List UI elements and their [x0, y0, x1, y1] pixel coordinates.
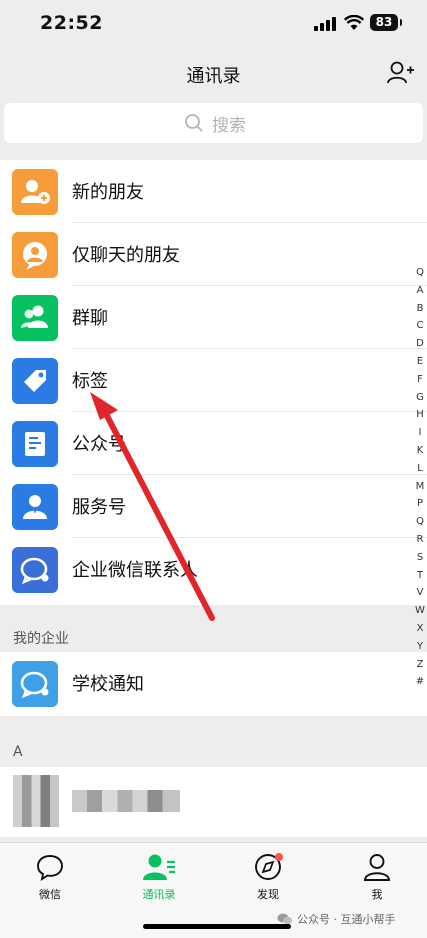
index-letter[interactable]: Y [413, 638, 427, 656]
index-letter[interactable]: W [413, 602, 427, 620]
index-letter[interactable]: T [413, 567, 427, 585]
search-icon [185, 114, 203, 132]
official-accounts-item[interactable]: 公众号 [0, 412, 427, 475]
chat-bubble-icon [37, 855, 63, 881]
status-bar: 22:52 83 [0, 0, 427, 48]
index-letter[interactable]: V [413, 584, 427, 602]
person-icon [364, 854, 390, 881]
index-letter[interactable]: E [413, 353, 427, 371]
group-chat-icon [12, 295, 58, 341]
index-letter[interactable]: A [413, 282, 427, 300]
index-letter[interactable]: P [413, 495, 427, 513]
index-letter[interactable]: G [413, 389, 427, 407]
tags-item[interactable]: 标签 [0, 349, 427, 412]
tab-chats[interactable]: 微信 [10, 853, 90, 902]
index-letter[interactable]: Q [413, 513, 427, 531]
tab-me[interactable]: 我 [337, 853, 417, 902]
index-letter[interactable]: M [413, 478, 427, 496]
tab-discover[interactable]: 发现 [228, 853, 308, 902]
service-account-icon [12, 484, 58, 530]
enterprise-list: 学校通知 [0, 652, 427, 716]
tag-icon [12, 358, 58, 404]
tab-contacts[interactable]: 通讯录 [119, 853, 199, 902]
wifi-icon [344, 15, 364, 30]
page-title: 通讯录 [186, 66, 241, 87]
official-account-icon [12, 421, 58, 467]
search-placeholder: 搜索 [212, 115, 246, 136]
service-accounts-item[interactable]: 服务号 [0, 475, 427, 538]
tab-label: 微信 [39, 888, 61, 901]
list-item-label: 公众号 [72, 434, 126, 455]
list-item-label: 服务号 [72, 497, 126, 518]
search-input[interactable]: 搜索 [4, 103, 423, 143]
index-letter[interactable]: # [413, 673, 427, 691]
watermark-text: 公众号 · 互通小帮手 [297, 913, 396, 926]
contact-row[interactable] [0, 767, 427, 837]
enterprise-section-header: 我的企业 [13, 631, 69, 647]
contacts-icon [143, 854, 175, 880]
avatar [13, 775, 59, 827]
index-letter[interactable]: R [413, 531, 427, 549]
battery-indicator: 83 [370, 14, 402, 31]
add-friend-icon [12, 169, 58, 215]
list-item-label: 新的朋友 [72, 182, 144, 203]
list-item-label: 学校通知 [72, 674, 144, 695]
index-letter[interactable]: Z [413, 656, 427, 674]
index-letter[interactable]: S [413, 549, 427, 567]
tab-label: 我 [371, 888, 383, 901]
tab-label: 发现 [257, 888, 279, 901]
new-friends-item[interactable]: 新的朋友 [0, 160, 427, 223]
home-indicator [143, 924, 291, 929]
group-chats-item[interactable]: 群聊 [0, 286, 427, 349]
badge-dot [275, 853, 283, 861]
list-item-label: 标签 [72, 371, 108, 392]
school-notice-item[interactable]: 学校通知 [0, 652, 427, 715]
index-letter[interactable]: K [413, 442, 427, 460]
list-item-label: 仅聊天的朋友 [72, 245, 180, 266]
index-letter[interactable]: C [413, 317, 427, 335]
letter-section-header: A [13, 744, 23, 760]
index-letter[interactable]: Q [413, 264, 427, 282]
contacts-function-list: 新的朋友 仅聊天的朋友 群聊 标签 公众号 服务号 企业微信联系人 [0, 160, 427, 605]
wecom-contact-icon [12, 547, 58, 593]
wecom-contacts-item[interactable]: 企业微信联系人 [0, 538, 427, 601]
chat-only-friend-icon [12, 232, 58, 278]
index-letter[interactable]: L [413, 460, 427, 478]
watermark: 公众号 · 互通小帮手 [277, 911, 396, 927]
index-letter[interactable]: B [413, 300, 427, 318]
list-item-label: 企业微信联系人 [72, 560, 198, 581]
list-item-label: 群聊 [72, 308, 108, 329]
status-time: 22:52 [40, 12, 103, 34]
chat-only-friends-item[interactable]: 仅聊天的朋友 [0, 223, 427, 286]
cellular-signal-icon [314, 17, 338, 31]
add-contact-icon[interactable] [386, 59, 414, 87]
index-letter[interactable]: H [413, 406, 427, 424]
school-notice-icon [12, 661, 58, 707]
index-letter[interactable]: F [413, 371, 427, 389]
index-letter[interactable]: I [413, 424, 427, 442]
contact-name-blurred [72, 790, 180, 812]
tab-label: 通讯录 [142, 888, 176, 901]
index-letter[interactable]: D [413, 335, 427, 353]
alphabet-index[interactable]: Q A B C D E F G H I K L M P Q R S T V W X Y Z # [413, 264, 427, 691]
index-letter[interactable]: X [413, 620, 427, 638]
